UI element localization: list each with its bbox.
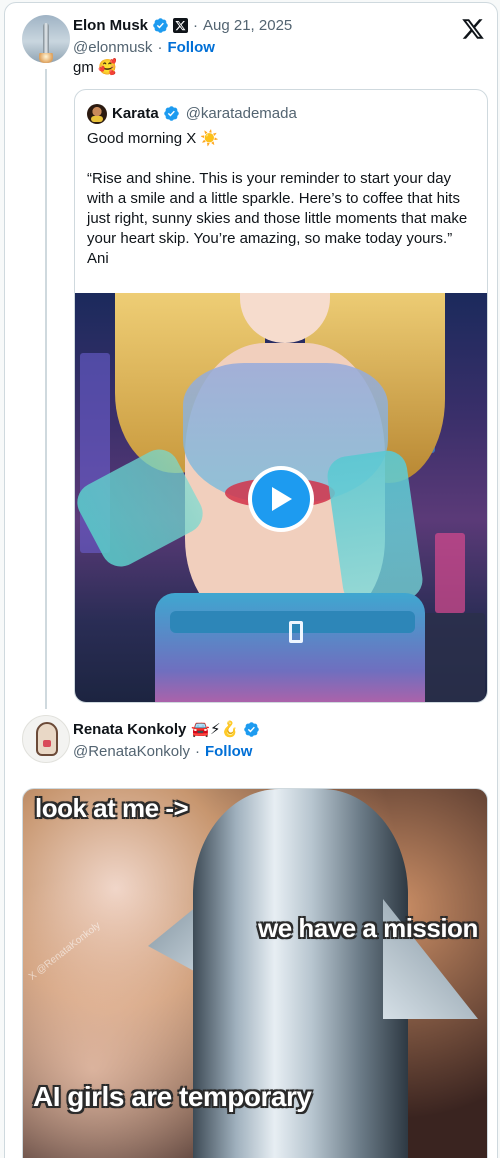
avatar[interactable]: [22, 15, 70, 63]
meme-caption-top: look at me ->: [35, 793, 189, 823]
smiling-hearts-emoji: 🥰: [98, 58, 117, 76]
x-logo-icon[interactable]: [461, 17, 485, 41]
author-name-row: Elon Musk · Aug 21, 2025: [73, 16, 293, 34]
quote-signature: Ani: [87, 250, 109, 267]
verified-badge-icon: [163, 105, 179, 121]
x-affiliate-icon: [173, 17, 189, 33]
rocket-avatar-graphic: [43, 23, 49, 57]
author-handle[interactable]: @elonmusk: [73, 39, 152, 56]
follow-button[interactable]: Follow: [205, 743, 253, 760]
reply-handle-row: @RenataKonkoly · Follow: [73, 742, 253, 760]
meme-caption-bottom: AI girls are temporary: [33, 1081, 312, 1112]
character-skirt: [155, 593, 425, 702]
thread-line: [45, 69, 47, 709]
meme-caption-middle: we have a mission: [258, 913, 478, 943]
quote-author-handle[interactable]: @karatademada: [186, 105, 297, 122]
tweet-date[interactable]: Aug 21, 2025: [203, 17, 292, 34]
quote-author-row: Karata @karatademada: [112, 103, 297, 123]
quote-greeting: Good morning X ☀️: [87, 129, 220, 147]
author-handle-row: @elonmusk · Follow: [73, 38, 215, 56]
rocket-flame-graphic: [39, 53, 53, 63]
tweet-body: gm: [73, 59, 94, 76]
quote-text: Good morning X ☀️ “Rise and shine. This …: [87, 128, 479, 269]
heart-icon: [43, 740, 51, 747]
quote-avatar[interactable]: [87, 104, 107, 124]
author-name[interactable]: Elon Musk: [73, 17, 148, 34]
video-player[interactable]: [75, 293, 487, 702]
follow-button[interactable]: Follow: [167, 39, 215, 56]
verified-badge-icon: [244, 721, 260, 737]
embedded-tweet-card: Elon Musk · Aug 21, 2025 @elonmusk · Fol…: [4, 2, 498, 1158]
play-button[interactable]: [248, 466, 314, 532]
quote-paragraph: “Rise and shine. This is your reminder t…: [87, 170, 468, 247]
reply-author-handle[interactable]: @RenataKonkoly: [73, 743, 190, 760]
avatar[interactable]: [22, 715, 70, 763]
play-icon: [252, 470, 310, 528]
quote-author-name[interactable]: Karata: [112, 105, 159, 122]
quoted-tweet[interactable]: Karata @karatademada Good morning X ☀️ “…: [74, 89, 488, 703]
verified-badge-icon: [153, 17, 168, 33]
tweet-text: gm 🥰: [73, 57, 117, 78]
reply-author-row: Renata Konkoly 🚘⚡🪝: [73, 719, 260, 739]
sun-emoji: ☀️: [200, 129, 220, 147]
ghost-avatar-graphic: [36, 722, 58, 756]
reply-author-name[interactable]: Renata Konkoly: [73, 721, 186, 738]
name-emoji-badges: 🚘⚡🪝: [191, 720, 240, 738]
meme-image[interactable]: X @RenataKonkoly look at me -> we have a…: [22, 788, 488, 1158]
